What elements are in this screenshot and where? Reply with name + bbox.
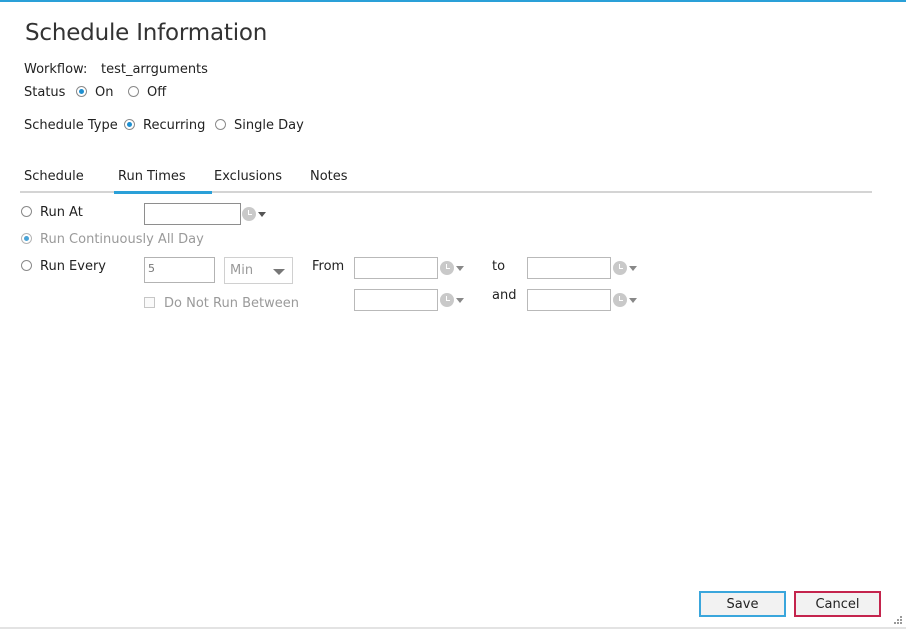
chevron-down-icon (258, 212, 266, 217)
clock-icon (440, 261, 454, 275)
top-accent-line (0, 0, 906, 2)
clock-icon (613, 293, 627, 307)
save-button[interactable]: Save (699, 591, 786, 617)
run-at-time-picker-button[interactable] (240, 203, 274, 225)
and-label: and (492, 288, 517, 303)
status-off-label[interactable]: Off (147, 85, 166, 100)
workflow-label: Workflow: (24, 62, 88, 77)
chevron-down-icon (456, 298, 464, 303)
workflow-value: test_arrguments (101, 62, 208, 77)
do-not-run-between-checkbox[interactable] (144, 297, 155, 308)
exclude-from-time-picker-button[interactable] (438, 289, 472, 311)
status-on-radio[interactable] (76, 86, 87, 97)
run-at-time-input[interactable] (144, 203, 241, 225)
status-on-label[interactable]: On (95, 85, 113, 100)
run-continuously-label[interactable]: Run Continuously All Day (40, 232, 204, 247)
recurring-radio[interactable] (124, 119, 135, 130)
interval-value-input[interactable]: 5 (144, 257, 215, 283)
single-day-label[interactable]: Single Day (234, 118, 304, 133)
tab-active-indicator (114, 191, 212, 194)
tab-schedule[interactable]: Schedule (24, 169, 84, 184)
clock-icon (613, 261, 627, 275)
chevron-down-icon (629, 266, 637, 271)
interval-unit-select[interactable]: Min (224, 257, 293, 284)
clock-icon (440, 293, 454, 307)
tab-notes[interactable]: Notes (310, 169, 348, 184)
cancel-button[interactable]: Cancel (794, 591, 881, 617)
run-every-radio[interactable] (21, 260, 32, 271)
resize-grip-icon[interactable] (892, 614, 904, 626)
exclude-from-time-input[interactable] (354, 289, 438, 311)
tab-exclusions[interactable]: Exclusions (214, 169, 282, 184)
recurring-label[interactable]: Recurring (143, 118, 205, 133)
do-not-run-between-label[interactable]: Do Not Run Between (164, 296, 299, 311)
run-at-radio[interactable] (21, 206, 32, 217)
run-at-label[interactable]: Run At (40, 205, 83, 220)
status-off-radio[interactable] (128, 86, 139, 97)
clock-icon (242, 207, 256, 221)
interval-unit-value: Min (230, 263, 254, 278)
from-time-picker-button[interactable] (438, 257, 472, 279)
to-time-input[interactable] (527, 257, 611, 279)
tab-run-times[interactable]: Run Times (118, 169, 186, 184)
run-every-label[interactable]: Run Every (40, 259, 106, 274)
chevron-down-icon (273, 269, 285, 275)
chevron-down-icon (456, 266, 464, 271)
to-label: to (492, 259, 506, 274)
page-title: Schedule Information (25, 20, 268, 46)
exclude-to-time-picker-button[interactable] (611, 289, 645, 311)
from-label: From (312, 259, 345, 274)
to-time-picker-button[interactable] (611, 257, 645, 279)
run-continuously-radio[interactable] (21, 233, 32, 244)
schedule-type-label: Schedule Type (24, 118, 118, 133)
chevron-down-icon (629, 298, 637, 303)
from-time-input[interactable] (354, 257, 438, 279)
status-label: Status (24, 85, 66, 100)
single-day-radio[interactable] (215, 119, 226, 130)
exclude-to-time-input[interactable] (527, 289, 611, 311)
